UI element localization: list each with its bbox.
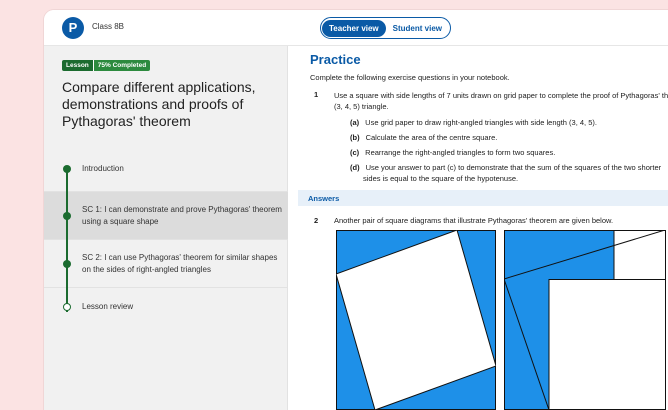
step-complete-icon [63, 259, 71, 268]
question-part-d: (d) Use your answer to part (c) to demons… [350, 162, 661, 173]
step-label: Introduction [82, 163, 124, 173]
step-sc1[interactable]: SC 1: I can demonstrate and prove Pythag… [44, 192, 288, 240]
step-label: Lesson review [82, 302, 134, 311]
step-label: SC 2: I can use Pythagoras' theorem for … [82, 252, 278, 274]
app-window: P Class 8B Teacher view Student view Les… [44, 10, 668, 410]
step-pending-icon [63, 303, 71, 311]
class-label[interactable]: Class 8B [92, 22, 124, 31]
practice-heading: Practice [310, 52, 361, 67]
step-complete-icon [63, 164, 71, 173]
step-introduction[interactable]: Introduction [44, 146, 288, 192]
view-toggle: Teacher view Student view [320, 17, 451, 39]
part-letter: (c) [350, 148, 360, 157]
practice-instruction: Complete the following exercise question… [310, 73, 510, 82]
part-text: Calculate the area of the centre square. [365, 133, 498, 142]
teacher-view-button[interactable]: Teacher view [322, 19, 386, 37]
answers-toggle[interactable]: Answers [298, 190, 668, 206]
part-text: Use grid paper to draw right-angled tria… [365, 118, 597, 127]
part-text: Use your answer to part (c) to demonstra… [365, 163, 662, 172]
lesson-badge: Lesson [62, 60, 93, 71]
question-part-a: (a) Use grid paper to draw right-angled t… [350, 117, 597, 128]
square-diagram-rotated [336, 230, 496, 410]
student-view-button[interactable]: Student view [386, 20, 449, 37]
step-lesson-review[interactable]: Lesson review [44, 288, 288, 326]
question-number: 1 [314, 90, 319, 99]
question-number: 2 [314, 216, 319, 225]
lesson-title: Compare different applications, demonstr… [62, 79, 256, 129]
lesson-content: Practice Complete the following exercise… [288, 46, 668, 410]
part-letter: (b) [350, 133, 360, 142]
part-letter: (a) [350, 118, 360, 127]
pearson-logo-icon: P [62, 17, 84, 39]
top-bar: P Class 8B Teacher view Student view [44, 10, 668, 46]
lesson-sidebar: Lesson 75% Completed Compare different a… [44, 46, 288, 410]
progress-badge: 75% Completed [92, 60, 151, 71]
step-complete-icon [63, 211, 71, 220]
question-part-d-continued: sides is equal to the square of the hypo… [363, 174, 519, 183]
step-sc2[interactable]: SC 2: I can use Pythagoras' theorem for … [44, 240, 288, 288]
question-part-c: (c) Rearrange the right-angled triangles … [350, 147, 555, 158]
square-diagram-split [504, 230, 666, 410]
part-text: Rearrange the right-angled triangles to … [365, 148, 556, 157]
question-text: Use a square with side lengths of 7 unit… [334, 91, 668, 111]
lesson-steps: Introduction SC 1: I can demonstrate and… [44, 146, 288, 326]
step-label: SC 1: I can demonstrate and prove Pythag… [82, 204, 282, 226]
part-letter: (d) [350, 163, 360, 172]
progress-line [66, 168, 68, 312]
question-text: Another pair of square diagrams that ill… [334, 216, 614, 225]
lesson-badges: Lesson 75% Completed [62, 60, 151, 71]
large-square [548, 279, 666, 410]
question-part-b: (b) Calculate the area of the centre squa… [350, 132, 497, 143]
